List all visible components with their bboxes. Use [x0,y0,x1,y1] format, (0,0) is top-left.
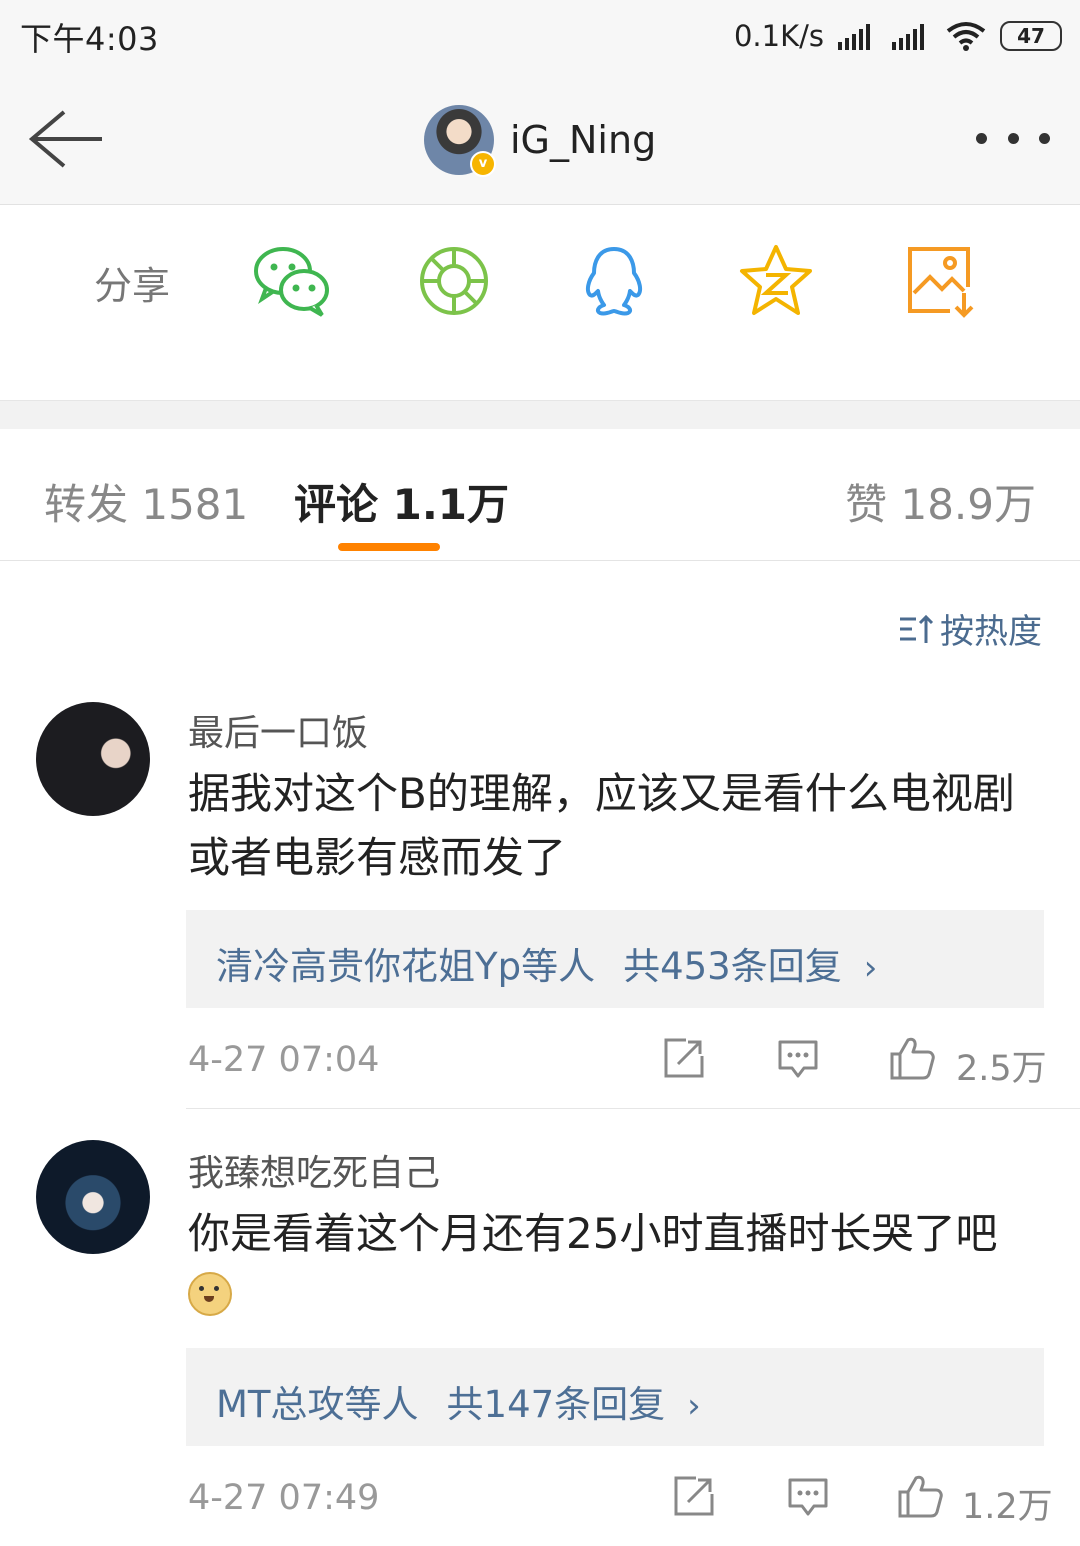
like-icon[interactable] [896,1472,944,1520]
repost-icon[interactable] [672,1474,716,1518]
doge-emoji-icon [188,1272,232,1316]
tab-comments[interactable]: 评论 1.1万 [294,471,509,532]
replies-summary[interactable]: 清冷高贵你花姐Yp等人 共453条回复 › [186,910,1044,1008]
signal-icon [838,24,870,50]
more-options-button[interactable] [976,116,1050,160]
reply-line: MT总攻等人 共147条回复 › [216,1374,701,1428]
replies-summary[interactable]: MT总攻等人 共147条回复 › [186,1348,1044,1446]
qq-icon[interactable] [574,241,654,321]
avatar[interactable]: v [424,105,496,177]
tab-likes[interactable]: 赞 18.9万 [845,471,1036,532]
comment-icon[interactable] [786,1474,830,1518]
qzone-icon[interactable] [736,241,816,321]
wechat-icon[interactable] [252,241,332,321]
tab-bar: 转发 1581 评论 1.1万 赞 18.9万 [0,429,1080,561]
page-title: iG_Ning [510,118,657,162]
comment-icon[interactable] [776,1036,820,1080]
share-label: 分享 [94,264,171,308]
tab-reposts[interactable]: 转发 1581 [44,471,248,532]
reply-count: 共147条回复 [446,1383,666,1426]
section-divider [0,400,1080,430]
like-icon[interactable] [888,1034,936,1082]
status-bar: 下午4:03 0.1K/s 47 [0,0,1080,76]
dot [1039,132,1050,144]
comment-username[interactable]: 最后一口饭 [188,704,368,756]
reply-count: 共453条回复 [623,945,842,988]
moments-icon[interactable] [414,241,494,321]
chevron-right-icon: › [687,1386,701,1426]
verified-badge-icon: v [470,151,496,177]
avatar[interactable] [36,1140,150,1254]
wifi-icon [946,22,986,51]
network-speed: 0.1K/s [733,19,824,53]
repost-icon[interactable] [662,1036,706,1080]
reply-names: 清冷高贵你花姐Yp等人 [216,945,596,988]
status-time: 下午4:03 [20,20,159,58]
tab-active-indicator [338,543,440,551]
back-arrow-icon[interactable] [26,106,106,172]
status-icons: 0.1K/s 47 [734,14,1062,58]
top-nav-bar: v iG_Ning [0,76,1080,205]
sort-button[interactable]: 按热度 [898,604,1042,653]
reply-line: 清冷高贵你花姐Yp等人 共453条回复 › [216,936,877,990]
comment-text-content: 你是看着这个月还有25小时直播时长哭了吧 [188,1209,998,1258]
header-user[interactable]: v iG_Ning [424,100,656,180]
share-bar: 分享 [0,205,1080,400]
comment-time: 4-27 07:49 [188,1478,380,1518]
comment-text: 据我对这个B的理解，应该又是看什么电视剧或者电影有感而发了 [188,769,1015,882]
dot [1007,132,1019,144]
signal-icon-2 [892,24,924,50]
like-count: 2.5万 [956,1049,1047,1089]
chevron-right-icon: › [863,948,878,988]
comment-time: 4-27 07:04 [188,1040,380,1080]
comment-username[interactable]: 我臻想吃死自己 [188,1144,440,1196]
reply-names: MT总攻等人 [216,1383,419,1426]
comment-divider [186,1108,1080,1109]
battery-indicator: 47 [1000,21,1062,51]
like-count: 1.2万 [962,1487,1053,1527]
sort-label: 按热度 [940,612,1042,652]
comment-text: 你是看着这个月还有25小时直播时长哭了吧 [188,1202,1028,1330]
save-image-icon[interactable] [902,241,982,321]
dot [976,132,987,144]
avatar[interactable] [36,702,150,816]
sort-icon [900,614,934,643]
